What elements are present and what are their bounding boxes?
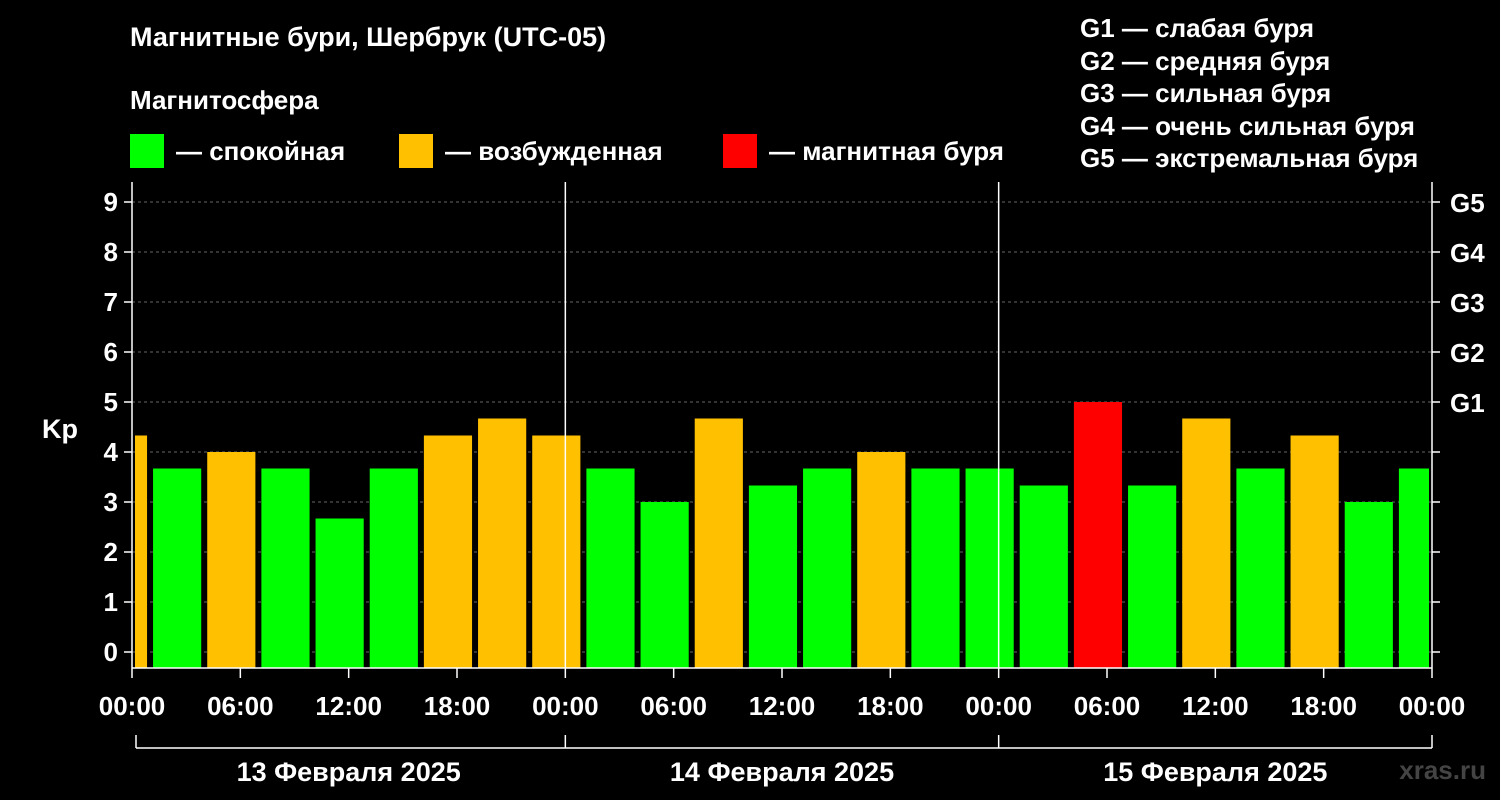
kp-bar	[803, 468, 852, 668]
x-tick-label: 18:00	[424, 691, 491, 721]
day-label: 13 Февраля 2025	[237, 757, 461, 787]
g-level-label: G2	[1450, 338, 1485, 368]
kp-bar	[207, 452, 256, 668]
x-tick-label: 06:00	[640, 691, 707, 721]
x-tick-label: 00:00	[99, 691, 166, 721]
y-tick-label: 3	[104, 487, 118, 517]
y-axis-label: Kp	[42, 414, 78, 444]
kp-bar	[261, 468, 310, 668]
kp-bar	[586, 468, 635, 668]
kp-bar	[478, 418, 527, 668]
kp-bar	[153, 468, 202, 668]
x-tick-label: 12:00	[749, 691, 816, 721]
day-label: 14 Февраля 2025	[670, 757, 894, 787]
x-tick-label: 12:00	[1182, 691, 1249, 721]
x-tick-label: 00:00	[1399, 691, 1466, 721]
x-tick-label: 06:00	[207, 691, 274, 721]
kp-bar	[1398, 468, 1429, 668]
y-tick-label: 5	[104, 387, 118, 417]
kp-bar	[748, 485, 798, 668]
x-tick-label: 00:00	[532, 691, 599, 721]
kp-bar	[1344, 502, 1393, 668]
kp-bar	[532, 435, 581, 668]
kp-bar	[1073, 402, 1123, 668]
y-tick-label: 8	[104, 237, 118, 267]
x-tick-label: 18:00	[1290, 691, 1357, 721]
kp-bar	[965, 468, 1014, 668]
g-level-label: G3	[1450, 288, 1485, 318]
kp-bar	[423, 435, 473, 668]
x-tick-label: 06:00	[1074, 691, 1141, 721]
y-tick-label: 7	[104, 287, 118, 317]
y-tick-label: 0	[104, 637, 118, 667]
day-label: 15 Февраля 2025	[1103, 757, 1327, 787]
kp-bar	[369, 468, 418, 668]
kp-bar	[1182, 418, 1231, 668]
kp-bar	[315, 518, 364, 668]
y-tick-label: 1	[104, 587, 118, 617]
y-tick-label: 4	[104, 437, 119, 467]
kp-bar	[1290, 435, 1339, 668]
watermark: xras.ru	[1399, 755, 1486, 785]
g-level-label: G5	[1450, 188, 1485, 218]
kp-bar	[1019, 485, 1068, 668]
x-tick-label: 18:00	[857, 691, 924, 721]
kp-bar	[1128, 485, 1177, 668]
kp-bar	[135, 435, 148, 668]
kp-chart: 0 1 2 3 4 5 6 7 8 9 G1 G2 G3 G4 G5 Kp 00:00 06:00 12:00 18:…	[42, 182, 1485, 787]
y-tick-label: 9	[104, 187, 118, 217]
y-tick-label: 6	[104, 337, 118, 367]
x-tick-label: 12:00	[315, 691, 382, 721]
kp-bar	[694, 418, 743, 668]
y-tick-label: 2	[104, 537, 118, 567]
kp-bar	[1236, 468, 1285, 668]
g-level-label: G1	[1450, 388, 1485, 418]
kp-bar	[857, 452, 906, 668]
kp-bar	[911, 468, 960, 668]
g-level-label: G4	[1450, 238, 1485, 268]
x-tick-label: 00:00	[965, 691, 1032, 721]
kp-bar	[640, 502, 689, 668]
